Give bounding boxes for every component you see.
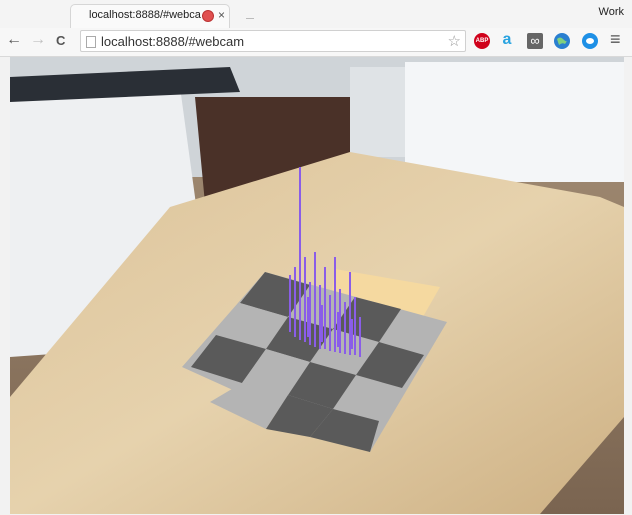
url-text[interactable]: localhost:8888/#webcam <box>101 34 244 49</box>
address-bar[interactable]: localhost:8888/#webcam ☆ <box>80 30 466 52</box>
webcam-viewport[interactable] <box>10 57 624 514</box>
new-tab-button[interactable] <box>246 18 254 19</box>
infinity-icon[interactable]: ∞ <box>527 33 543 49</box>
tab-strip: localhost:8888/#webcam × Work <box>0 0 632 28</box>
bookmark-star-icon[interactable]: ☆ <box>448 32 461 50</box>
browser-toolbar: ← → C localhost:8888/#webcam ☆ ABP a ∞ ≡ <box>0 28 632 57</box>
webcam-scene <box>10 57 624 514</box>
earth-icon[interactable] <box>554 33 570 49</box>
adblock-icon[interactable]: ABP <box>474 33 490 49</box>
browser-tab[interactable]: localhost:8888/#webcam × <box>70 4 230 28</box>
close-icon[interactable]: × <box>218 8 225 22</box>
page-icon <box>86 36 96 48</box>
reload-icon[interactable]: C <box>56 33 65 48</box>
tab-title: localhost:8888/#webcam <box>89 9 201 21</box>
menu-icon[interactable]: ≡ <box>610 29 621 50</box>
amazon-icon[interactable]: a <box>499 32 515 49</box>
wall-panel <box>350 67 405 157</box>
profile-name[interactable]: Work <box>599 6 624 18</box>
forward-arrow-icon[interactable]: → <box>30 31 46 49</box>
chat-icon[interactable] <box>582 33 598 49</box>
recording-icon <box>202 10 214 22</box>
window-blinds <box>405 62 624 182</box>
back-arrow-icon[interactable]: ← <box>6 31 22 49</box>
